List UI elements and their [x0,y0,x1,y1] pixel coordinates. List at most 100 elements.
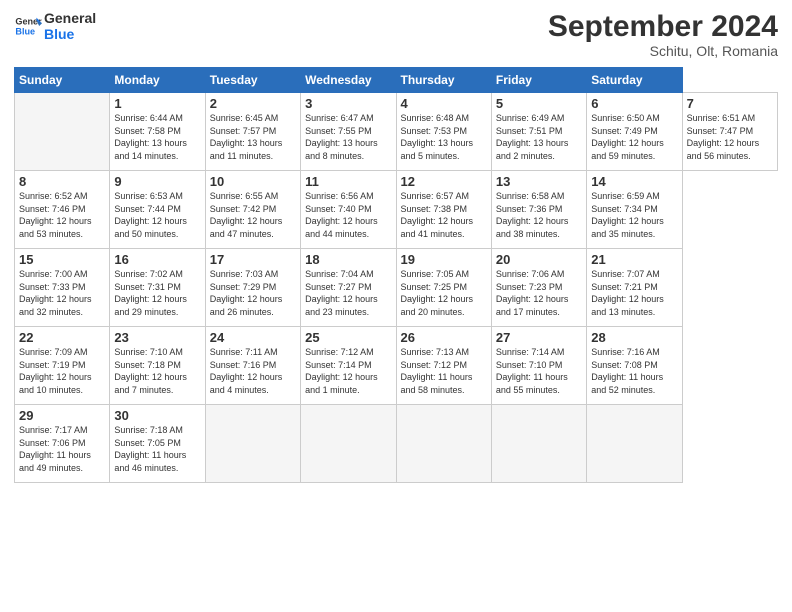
calendar-cell [491,405,586,483]
week-row-1: 1Sunrise: 6:44 AMSunset: 7:58 PMDaylight… [15,93,778,171]
day-info: Sunrise: 7:03 AMSunset: 7:29 PMDaylight:… [210,268,296,318]
day-number: 13 [496,174,582,189]
day-number: 19 [401,252,487,267]
day-number: 2 [210,96,296,111]
calendar-table: SundayMondayTuesdayWednesdayThursdayFrid… [14,67,778,483]
day-info: Sunrise: 7:05 AMSunset: 7:25 PMDaylight:… [401,268,487,318]
day-number: 25 [305,330,391,345]
calendar-cell: 4Sunrise: 6:48 AMSunset: 7:53 PMDaylight… [396,93,491,171]
day-info: Sunrise: 6:55 AMSunset: 7:42 PMDaylight:… [210,190,296,240]
day-info: Sunrise: 7:10 AMSunset: 7:18 PMDaylight:… [114,346,200,396]
day-info: Sunrise: 7:06 AMSunset: 7:23 PMDaylight:… [496,268,582,318]
day-info: Sunrise: 7:07 AMSunset: 7:21 PMDaylight:… [591,268,677,318]
day-info: Sunrise: 6:44 AMSunset: 7:58 PMDaylight:… [114,112,200,162]
title-block: September 2024 Schitu, Olt, Romania [548,10,778,59]
day-info: Sunrise: 6:58 AMSunset: 7:36 PMDaylight:… [496,190,582,240]
day-info: Sunrise: 6:59 AMSunset: 7:34 PMDaylight:… [591,190,677,240]
day-number: 23 [114,330,200,345]
day-info: Sunrise: 6:48 AMSunset: 7:53 PMDaylight:… [401,112,487,162]
day-number: 8 [19,174,105,189]
calendar-cell: 3Sunrise: 6:47 AMSunset: 7:55 PMDaylight… [301,93,396,171]
calendar-cell: 26Sunrise: 7:13 AMSunset: 7:12 PMDayligh… [396,327,491,405]
calendar-cell: 13Sunrise: 6:58 AMSunset: 7:36 PMDayligh… [491,171,586,249]
day-number: 18 [305,252,391,267]
calendar-cell: 8Sunrise: 6:52 AMSunset: 7:46 PMDaylight… [15,171,110,249]
week-row-3: 15Sunrise: 7:00 AMSunset: 7:33 PMDayligh… [15,249,778,327]
day-number: 5 [496,96,582,111]
main-container: General Blue General Blue September 2024… [0,0,792,491]
day-info: Sunrise: 7:17 AMSunset: 7:06 PMDaylight:… [19,424,105,474]
calendar-cell: 9Sunrise: 6:53 AMSunset: 7:44 PMDaylight… [110,171,205,249]
day-number: 15 [19,252,105,267]
logo-icon: General Blue [14,12,42,40]
weekday-header-saturday: Saturday [587,68,682,93]
day-info: Sunrise: 7:00 AMSunset: 7:33 PMDaylight:… [19,268,105,318]
day-info: Sunrise: 7:02 AMSunset: 7:31 PMDaylight:… [114,268,200,318]
calendar-cell: 27Sunrise: 7:14 AMSunset: 7:10 PMDayligh… [491,327,586,405]
calendar-cell: 28Sunrise: 7:16 AMSunset: 7:08 PMDayligh… [587,327,682,405]
day-info: Sunrise: 7:16 AMSunset: 7:08 PMDaylight:… [591,346,677,396]
weekday-header-row: SundayMondayTuesdayWednesdayThursdayFrid… [15,68,778,93]
day-info: Sunrise: 7:11 AMSunset: 7:16 PMDaylight:… [210,346,296,396]
calendar-cell [301,405,396,483]
day-info: Sunrise: 7:18 AMSunset: 7:05 PMDaylight:… [114,424,200,474]
week-row-4: 22Sunrise: 7:09 AMSunset: 7:19 PMDayligh… [15,327,778,405]
day-info: Sunrise: 6:56 AMSunset: 7:40 PMDaylight:… [305,190,391,240]
empty-cell [15,93,110,171]
calendar-cell: 21Sunrise: 7:07 AMSunset: 7:21 PMDayligh… [587,249,682,327]
day-info: Sunrise: 6:47 AMSunset: 7:55 PMDaylight:… [305,112,391,162]
location: Schitu, Olt, Romania [548,43,778,59]
calendar-cell: 30Sunrise: 7:18 AMSunset: 7:05 PMDayligh… [110,405,205,483]
day-info: Sunrise: 6:49 AMSunset: 7:51 PMDaylight:… [496,112,582,162]
weekday-header-thursday: Thursday [396,68,491,93]
weekday-header-sunday: Sunday [15,68,110,93]
calendar-cell: 20Sunrise: 7:06 AMSunset: 7:23 PMDayligh… [491,249,586,327]
calendar-cell: 17Sunrise: 7:03 AMSunset: 7:29 PMDayligh… [205,249,300,327]
calendar-cell [396,405,491,483]
day-number: 20 [496,252,582,267]
day-info: Sunrise: 6:52 AMSunset: 7:46 PMDaylight:… [19,190,105,240]
day-info: Sunrise: 7:14 AMSunset: 7:10 PMDaylight:… [496,346,582,396]
day-number: 21 [591,252,677,267]
day-number: 28 [591,330,677,345]
day-info: Sunrise: 6:51 AMSunset: 7:47 PMDaylight:… [687,112,773,162]
day-number: 6 [591,96,677,111]
header: General Blue General Blue September 2024… [14,10,778,59]
calendar-cell: 23Sunrise: 7:10 AMSunset: 7:18 PMDayligh… [110,327,205,405]
day-number: 29 [19,408,105,423]
calendar-cell: 16Sunrise: 7:02 AMSunset: 7:31 PMDayligh… [110,249,205,327]
calendar-cell: 11Sunrise: 6:56 AMSunset: 7:40 PMDayligh… [301,171,396,249]
calendar-cell: 22Sunrise: 7:09 AMSunset: 7:19 PMDayligh… [15,327,110,405]
day-number: 24 [210,330,296,345]
day-number: 12 [401,174,487,189]
calendar-cell: 25Sunrise: 7:12 AMSunset: 7:14 PMDayligh… [301,327,396,405]
calendar-cell: 15Sunrise: 7:00 AMSunset: 7:33 PMDayligh… [15,249,110,327]
week-row-2: 8Sunrise: 6:52 AMSunset: 7:46 PMDaylight… [15,171,778,249]
day-number: 9 [114,174,200,189]
calendar-cell: 18Sunrise: 7:04 AMSunset: 7:27 PMDayligh… [301,249,396,327]
day-number: 4 [401,96,487,111]
day-info: Sunrise: 7:12 AMSunset: 7:14 PMDaylight:… [305,346,391,396]
day-number: 16 [114,252,200,267]
day-info: Sunrise: 7:04 AMSunset: 7:27 PMDaylight:… [305,268,391,318]
day-info: Sunrise: 6:45 AMSunset: 7:57 PMDaylight:… [210,112,296,162]
calendar-cell: 7Sunrise: 6:51 AMSunset: 7:47 PMDaylight… [682,93,777,171]
day-info: Sunrise: 6:57 AMSunset: 7:38 PMDaylight:… [401,190,487,240]
calendar-cell: 1Sunrise: 6:44 AMSunset: 7:58 PMDaylight… [110,93,205,171]
logo: General Blue General Blue [14,10,96,42]
day-number: 17 [210,252,296,267]
logo-line1: General [44,10,96,26]
svg-text:Blue: Blue [15,26,35,36]
calendar-cell: 14Sunrise: 6:59 AMSunset: 7:34 PMDayligh… [587,171,682,249]
calendar-cell: 12Sunrise: 6:57 AMSunset: 7:38 PMDayligh… [396,171,491,249]
calendar-cell: 19Sunrise: 7:05 AMSunset: 7:25 PMDayligh… [396,249,491,327]
calendar-cell: 6Sunrise: 6:50 AMSunset: 7:49 PMDaylight… [587,93,682,171]
weekday-header-tuesday: Tuesday [205,68,300,93]
weekday-header-wednesday: Wednesday [301,68,396,93]
logo-line2: Blue [44,26,96,42]
day-info: Sunrise: 7:09 AMSunset: 7:19 PMDaylight:… [19,346,105,396]
calendar-cell: 5Sunrise: 6:49 AMSunset: 7:51 PMDaylight… [491,93,586,171]
day-number: 11 [305,174,391,189]
day-number: 22 [19,330,105,345]
day-info: Sunrise: 6:53 AMSunset: 7:44 PMDaylight:… [114,190,200,240]
